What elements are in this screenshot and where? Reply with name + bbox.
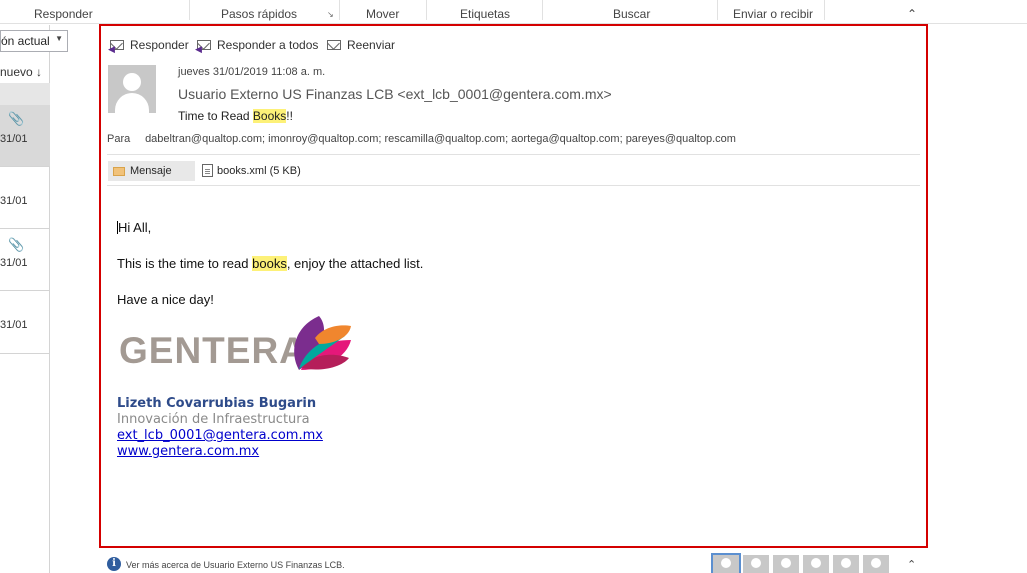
collapse-ribbon-icon[interactable]: ⌃ [907, 7, 917, 21]
to-label: Para [107, 133, 131, 145]
people-avatar[interactable] [803, 555, 829, 573]
body-line[interactable]: Have a nice day! [117, 292, 214, 307]
ribbon-divider [824, 0, 825, 20]
attachment-books-xml[interactable]: books.xml (5 KB) [202, 164, 301, 177]
sender-avatar[interactable] [108, 65, 156, 113]
recipients-row: Para dabeltran@qualtop.com; imonroy@qual… [107, 133, 736, 145]
ribbon-group-mover: Mover [366, 7, 400, 21]
people-pane: i Ver más acerca de Usuario Externo US F… [99, 550, 1027, 573]
ribbon-group-enviar-recibir: Enviar o recibir [733, 7, 814, 21]
attachment-label: books.xml (5 KB) [217, 164, 301, 177]
sender-name[interactable]: Usuario Externo US Finanzas LCB <ext_lcb… [178, 86, 612, 102]
people-avatar[interactable] [773, 555, 799, 573]
paperclip-icon: 📎 [8, 111, 25, 126]
ribbon-group-labels: Responder Pasos rápidos ↘ Mover Etiqueta… [0, 0, 1027, 24]
forward-label: Reenviar [347, 38, 396, 52]
collapse-people-pane-icon[interactable]: ⌃ [907, 558, 916, 571]
sort-newest-toggle[interactable]: nuevo ↓ [0, 65, 42, 79]
current-view-dropdown[interactable]: ón actual ▼ [0, 30, 68, 52]
reply-all-button[interactable]: ◀ Responder a todos [195, 38, 319, 54]
message-subject: Time to Read Books!! [178, 109, 293, 123]
ribbon-group-buscar: Buscar [613, 7, 651, 21]
message-date: 31/01 [0, 257, 28, 269]
message-datetime: jueves 31/01/2019 11:08 a. m. [178, 66, 326, 78]
body-line[interactable]: This is the time to read books, enjoy th… [117, 256, 423, 271]
message-list-item[interactable]: 31/01 [0, 291, 50, 354]
body-greeting[interactable]: Hi All, [117, 220, 151, 235]
gentera-logo: GENTERA [119, 316, 351, 371]
people-avatar[interactable] [863, 555, 889, 573]
ribbon-divider [717, 0, 718, 20]
message-date: 31/01 [0, 195, 28, 207]
ribbon-group-etiquetas: Etiquetas [460, 7, 511, 21]
current-view-label: ón actual [1, 34, 50, 48]
message-list-item[interactable]: 📎 31/01 [0, 105, 50, 167]
signature-website-link[interactable]: www.gentera.com.mx [117, 444, 259, 459]
reply-all-icon: ◀ [195, 38, 213, 54]
signature-name: Lizeth Covarrubias Bugarin [117, 396, 317, 411]
ribbon-divider [189, 0, 190, 20]
ribbon-divider [339, 0, 340, 20]
message-tab[interactable]: Mensaje [108, 161, 195, 181]
signature-role: Innovación de Infraestructura [117, 412, 310, 427]
search-highlight: Books [252, 109, 287, 123]
envelope-icon [113, 166, 125, 176]
forward-icon [327, 38, 343, 52]
message-date: 31/01 [0, 319, 28, 331]
search-highlight: books [252, 256, 287, 271]
paperclip-icon: 📎 [8, 237, 25, 252]
dialog-launcher-icon[interactable]: ↘ [327, 10, 334, 19]
ribbon-group-responder: Responder [34, 7, 93, 21]
divider [107, 154, 920, 155]
ribbon-divider [542, 0, 543, 20]
people-pane-link[interactable]: Ver más acerca de Usuario Externo US Fin… [126, 560, 345, 570]
svg-text:GENTERA: GENTERA [119, 330, 307, 371]
reply-button[interactable]: ◀ Responder [108, 38, 189, 54]
message-date: 31/01 [0, 133, 28, 145]
person-icon [123, 73, 141, 91]
ribbon-divider [426, 0, 427, 20]
divider [107, 185, 920, 186]
message-list-item[interactable]: 📎 31/01 [0, 229, 50, 291]
reply-label: Responder [130, 38, 189, 52]
reply-all-label: Responder a todos [217, 38, 319, 52]
ribbon-group-pasos-rapidos: Pasos rápidos [221, 7, 298, 21]
chevron-down-icon: ▼ [55, 34, 63, 43]
people-avatar[interactable] [711, 553, 741, 573]
message-tab-label: Mensaje [130, 165, 172, 177]
message-list-item[interactable]: 31/01 [0, 167, 50, 229]
list-group-header [0, 83, 50, 105]
message-list-pane: ón actual ▼ nuevo ↓ 📎 31/01 31/01 📎 31/0… [0, 25, 68, 573]
reply-icon: ◀ [108, 38, 126, 54]
recipients-list[interactable]: dabeltran@qualtop.com; imonroy@qualtop.c… [145, 133, 736, 145]
reading-pane: ◀ Responder ◀ Responder a todos Reenviar… [99, 24, 928, 548]
signature-email-link[interactable]: ext_lcb_0001@gentera.com.mx [117, 428, 323, 443]
forward-button[interactable]: Reenviar [327, 38, 395, 52]
people-avatar[interactable] [833, 555, 859, 573]
xml-file-icon [202, 164, 213, 177]
info-icon: i [107, 557, 121, 571]
people-avatar[interactable] [743, 555, 769, 573]
